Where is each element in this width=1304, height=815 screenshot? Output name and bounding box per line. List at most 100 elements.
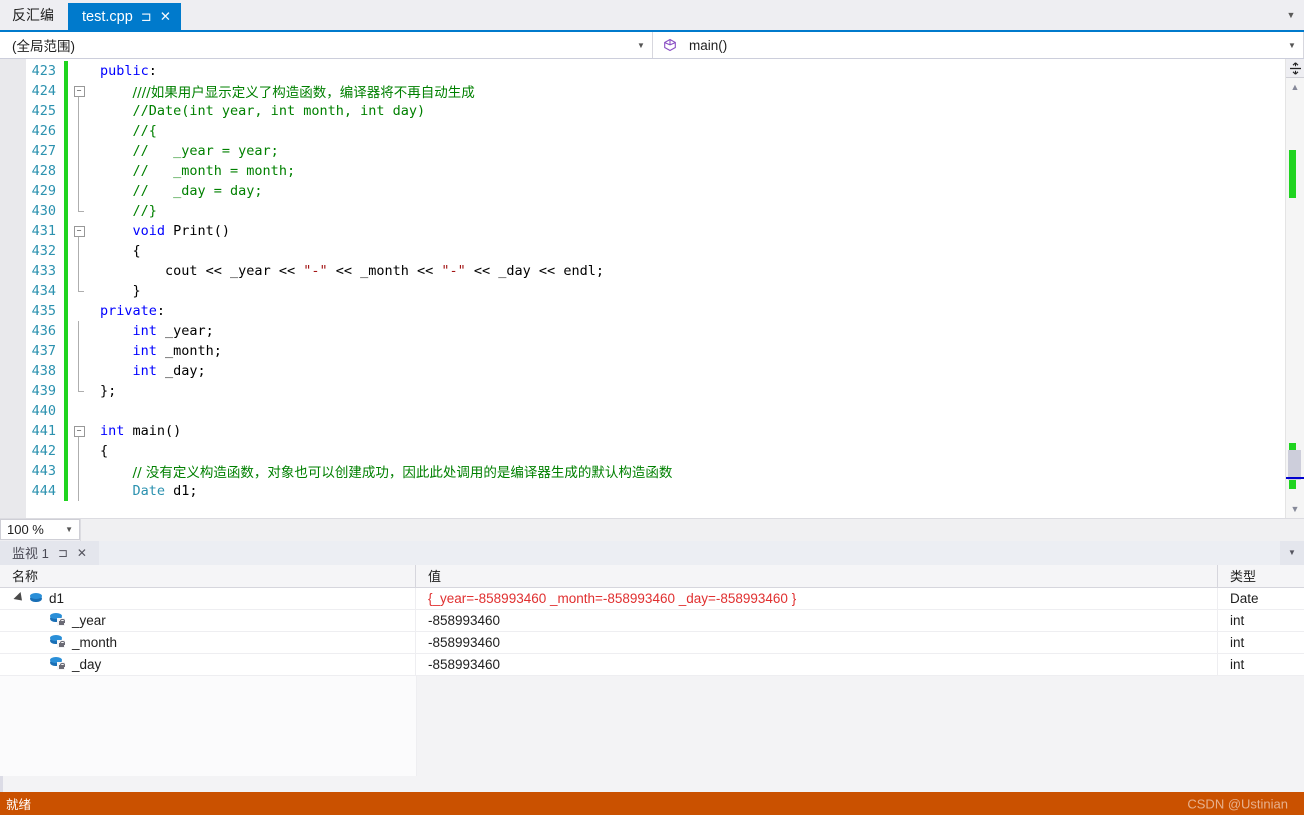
watch-grid-empty-area[interactable] — [0, 675, 1304, 776]
table-row[interactable]: _year -858993460 int — [0, 609, 1304, 632]
fold-guide — [78, 441, 79, 461]
fold-column[interactable]: − — [68, 421, 90, 441]
code-line[interactable]: 435 private: — [0, 301, 1285, 321]
fold-column[interactable] — [68, 181, 90, 201]
panel-filler-area — [0, 775, 1304, 792]
code-editor[interactable]: 423 public: 424 − ////如果用户显示定义了构造函数，编译器将不再自… — [0, 59, 1285, 518]
fold-column[interactable] — [68, 161, 90, 181]
watch-name-cell[interactable]: _month — [0, 631, 416, 653]
fold-column[interactable] — [68, 101, 90, 121]
scroll-up-arrow[interactable]: ▲ — [1286, 78, 1304, 95]
line-number: 436 — [31, 323, 56, 339]
code-line[interactable]: 429 // _day = day; — [0, 181, 1285, 201]
close-icon[interactable]: ✕ — [77, 546, 87, 560]
code-line[interactable]: 427 // _year = year; — [0, 141, 1285, 161]
code-line[interactable]: 424 − ////如果用户显示定义了构造函数，编译器将不再自动生成 — [0, 81, 1285, 101]
fold-column[interactable] — [68, 321, 90, 341]
collapse-icon[interactable]: − — [73, 225, 85, 237]
scope-dropdown[interactable]: (全局范围) ▼ — [0, 32, 653, 58]
fold-column[interactable] — [68, 121, 90, 141]
editor-horizontal-scrollbar[interactable] — [80, 518, 1304, 541]
fold-column[interactable] — [68, 61, 90, 81]
code-token: // _day = day; — [132, 183, 263, 199]
collapse-icon[interactable]: − — [73, 425, 85, 437]
tab-test-cpp[interactable]: test.cpp ⊐ ✕ — [68, 3, 181, 30]
code-line[interactable]: 433 cout << _year << "-" << _month << "-… — [0, 261, 1285, 281]
pin-icon[interactable]: ⊐ — [58, 546, 68, 560]
chevron-down-icon[interactable]: ▼ — [1278, 0, 1304, 30]
chevron-down-icon[interactable]: ▼ — [1280, 548, 1304, 557]
watch-value-cell[interactable]: -858993460 — [416, 631, 1218, 653]
code-line[interactable]: 425 //Date(int year, int month, int day) — [0, 101, 1285, 121]
watch-value-cell[interactable]: {_year=-858993460 _month=-858993460 _day… — [416, 587, 1218, 609]
member-dropdown[interactable]: main() ▼ — [653, 32, 1304, 58]
fold-column[interactable] — [68, 341, 90, 361]
pin-icon[interactable]: ⊐ — [141, 9, 152, 25]
zoom-level-dropdown[interactable]: 100 % ▼ — [0, 519, 80, 540]
code-line[interactable]: 443 // 没有定义构造函数，对象也可以创建成功，因此此处调用的是编译器生成的… — [0, 461, 1285, 481]
split-view-icon[interactable] — [1286, 59, 1304, 78]
fold-column[interactable]: − — [68, 221, 90, 241]
editor-vertical-scrollbar[interactable]: ▲ ▼ — [1285, 59, 1304, 518]
line-number: 441 — [31, 423, 56, 439]
fold-column[interactable] — [68, 261, 90, 281]
code-line[interactable]: 430 //} — [0, 201, 1285, 221]
fold-column[interactable] — [68, 201, 90, 221]
code-line[interactable]: 426 //{ — [0, 121, 1285, 141]
watch-name-cell[interactable]: d1 — [0, 587, 416, 609]
fold-column[interactable] — [68, 281, 90, 301]
editor-tab-strip: 反汇编 test.cpp ⊐ ✕ ▼ — [0, 0, 1304, 30]
watch-value-cell[interactable]: -858993460 — [416, 653, 1218, 675]
code-token: } — [132, 283, 141, 299]
code-text: } — [90, 283, 1285, 299]
code-line[interactable]: 432 { — [0, 241, 1285, 261]
fold-column[interactable] — [68, 381, 90, 401]
chevron-down-icon[interactable]: ▼ — [630, 41, 652, 50]
fold-column[interactable] — [68, 441, 90, 461]
code-line[interactable]: 444 Date d1; — [0, 481, 1285, 501]
fold-column[interactable] — [68, 361, 90, 381]
scrollbar-track[interactable] — [1286, 95, 1304, 501]
chevron-down-icon[interactable]: ▼ — [1281, 41, 1303, 50]
expander-triangle-icon[interactable] — [13, 591, 26, 605]
column-header-name[interactable]: 名称 — [0, 564, 416, 587]
watch-value-cell[interactable]: -858993460 — [416, 609, 1218, 631]
code-line[interactable]: 441− int main() — [0, 421, 1285, 441]
scrollbar-thumb[interactable] — [1288, 450, 1301, 480]
code-line[interactable]: 428 // _month = month; — [0, 161, 1285, 181]
fold-column[interactable] — [68, 301, 90, 321]
code-line[interactable]: 431 − void Print() — [0, 221, 1285, 241]
watch-name-cell[interactable]: _year — [0, 609, 416, 631]
code-line[interactable]: 439}; — [0, 381, 1285, 401]
code-line[interactable]: 423 public: — [0, 61, 1285, 81]
watch-empty-name-cell[interactable] — [0, 675, 417, 776]
tab-disassembly[interactable]: 反汇编 — [0, 0, 68, 30]
tab-watch-1[interactable]: 监视 1 ⊐ ✕ — [0, 540, 99, 565]
table-row[interactable]: _day -858993460 int — [0, 653, 1304, 676]
code-line[interactable]: 437 int _month; — [0, 341, 1285, 361]
collapse-icon[interactable]: − — [73, 85, 85, 97]
fold-column[interactable] — [68, 481, 90, 501]
column-header-type[interactable]: 类型 — [1218, 565, 1304, 587]
code-line[interactable]: 434 } — [0, 281, 1285, 301]
code-line[interactable]: 442 { — [0, 441, 1285, 461]
zoom-level-value: 100 % — [7, 522, 44, 537]
code-line[interactable]: 438 int _day; — [0, 361, 1285, 381]
fold-column[interactable]: − — [68, 81, 90, 101]
code-line[interactable]: 436 int _year; — [0, 321, 1285, 341]
table-row[interactable]: _month -858993460 int — [0, 631, 1304, 654]
fold-column[interactable] — [68, 241, 90, 261]
code-line[interactable]: 440 — [0, 401, 1285, 421]
scroll-down-arrow[interactable]: ▼ — [1286, 501, 1304, 518]
close-icon[interactable]: ✕ — [160, 9, 171, 25]
fold-column[interactable] — [68, 461, 90, 481]
fold-guide-end — [78, 391, 84, 392]
fold-column[interactable] — [68, 141, 90, 161]
code-token: ////如果用户显示定义了构造函数，编译器将不再自动生成 — [132, 85, 475, 101]
fold-column[interactable] — [68, 401, 90, 421]
table-row[interactable]: d1 {_year=-858993460 _month=-858993460 _d… — [0, 587, 1304, 610]
column-header-value[interactable]: 值 — [416, 564, 1218, 587]
fold-guide — [78, 281, 79, 291]
watch-name-cell[interactable]: _day — [0, 653, 416, 675]
chevron-down-icon[interactable]: ▼ — [65, 525, 79, 534]
